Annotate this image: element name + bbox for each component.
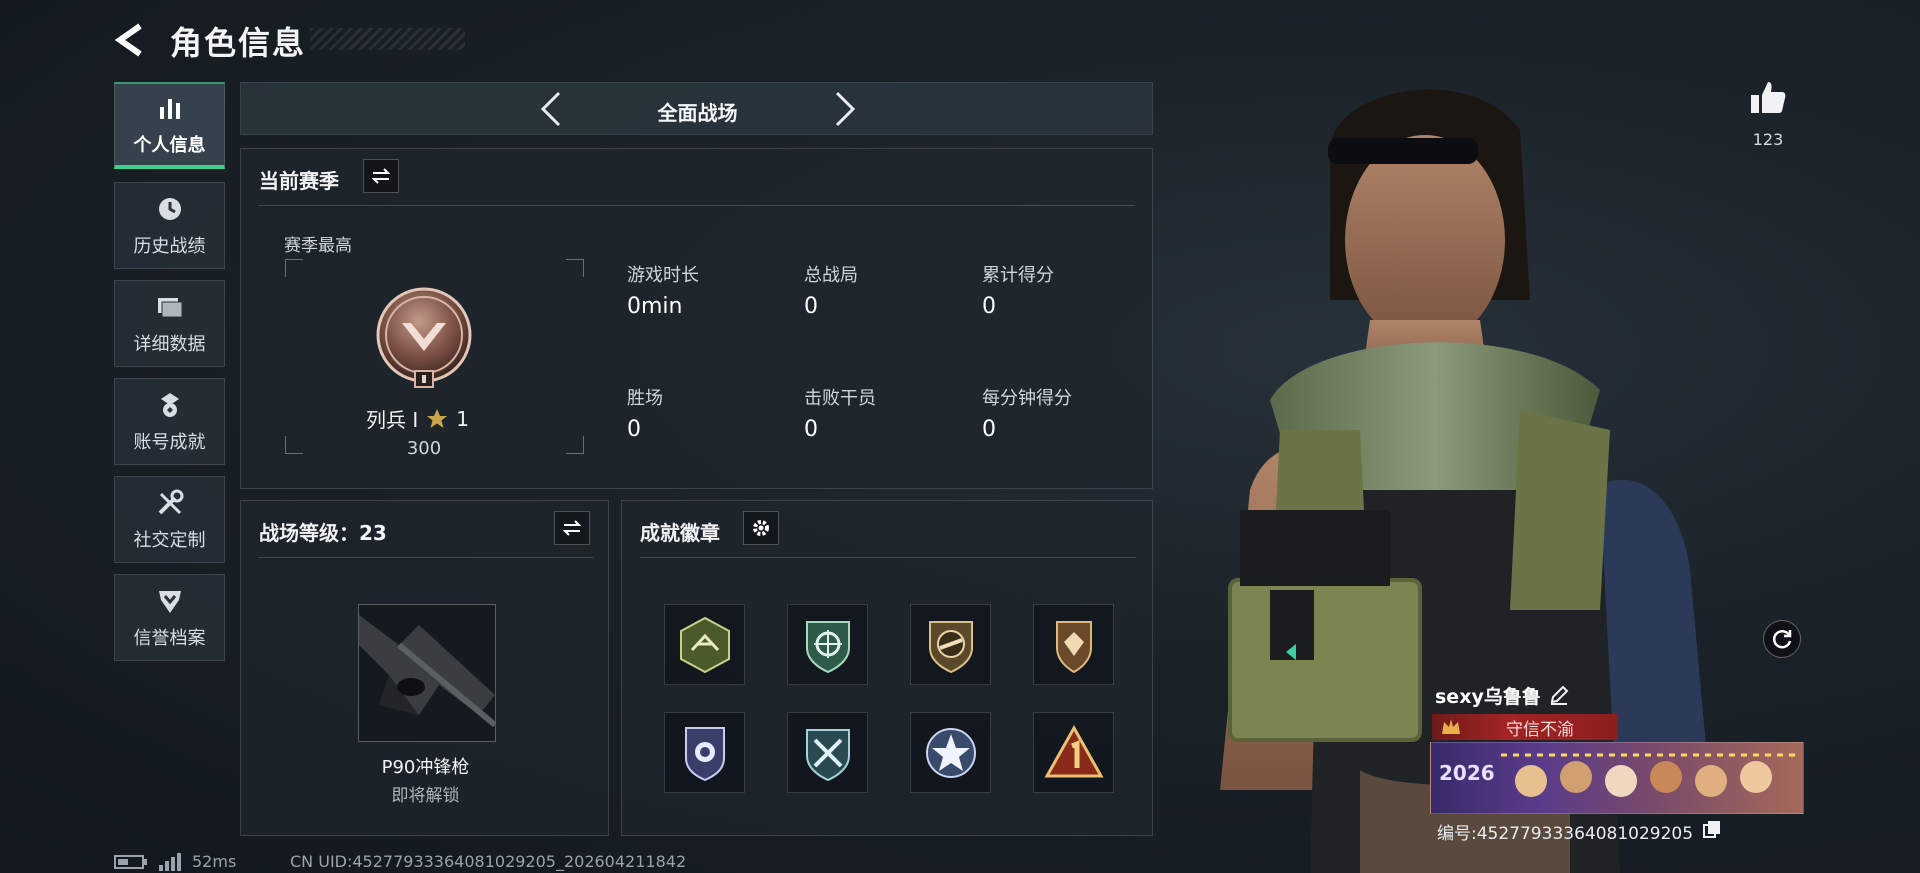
party-characters-artwork [1501,753,1796,797]
bar-chart-icon [159,98,180,119]
player-name: sexy乌鲁鲁 [1435,686,1541,708]
rank-line: 列兵 I 1 [366,404,469,433]
achievement-badge[interactable] [910,712,991,793]
sidebar-item-social[interactable]: 社交定制 [114,476,225,563]
achievements-settings-button[interactable] [743,511,779,545]
honor-title-banner: 守信不渝 [1432,714,1618,740]
like-count: 123 [1752,130,1784,149]
chevron-right-icon[interactable] [823,89,863,129]
title-decoration [310,28,465,50]
achievement-badge[interactable] [787,604,868,685]
achievement-badge[interactable] [664,604,745,685]
rank-name: 列兵 I [366,408,419,432]
stat-label: 累计得分 [982,265,1054,286]
shield-crosshair-badge-icon [805,620,850,673]
achievements-panel: 成就徽章 [621,500,1153,836]
sidebar-item-label: 社交定制 [133,529,206,551]
sidebar-item-detailed-data[interactable]: 详细数据 [114,280,225,367]
copy-icon[interactable] [1702,819,1722,839]
stat-label: 总战局 [804,265,858,286]
stat-label: 击败干员 [804,388,876,409]
sidebar-item-label: 历史战绩 [133,235,206,257]
sidebar-item-achievements[interactable]: 账号成就 [114,378,225,465]
stat-value: 0 [627,417,641,442]
season-panel: 当前赛季 赛季最高 列兵 I 1 300 游戏时长 0min 总战局 0 累计得… [240,148,1153,489]
thumbs-up-icon[interactable] [1748,78,1788,118]
triangle-number-one-badge-icon [1043,724,1104,777]
mode-selector: 全面战场 [240,82,1153,135]
shield-chevron-icon [158,590,181,613]
rank-emblem-icon [376,287,472,388]
stat-label: 游戏时长 [627,265,699,286]
achievement-badge[interactable] [910,604,991,685]
swap-icon [371,168,391,184]
sidebar-item-personal-info[interactable]: 个人信息 [114,82,225,169]
stat-value: 0min [627,294,683,319]
rotate-character-button[interactable] [1763,620,1801,658]
sidebar-item-history[interactable]: 历史战绩 [114,182,225,269]
folder-icon [157,297,182,317]
achievement-badge[interactable] [664,712,745,793]
star-icon [427,408,448,428]
level-switch-button[interactable] [554,511,590,545]
rank-points: 300 [406,438,442,459]
player-namecard[interactable]: 2026 [1430,742,1804,814]
weapon-status: 即将解锁 [391,786,460,806]
achievements-title: 成就徽章 [640,521,720,545]
star-emblem-badge-icon [925,727,976,778]
rank-stars: 1 [456,406,469,431]
stat-value: 0 [804,417,818,442]
mode-label: 全面战场 [657,101,738,125]
medal-icon [160,392,179,417]
namecard-year: 2026 [1439,761,1495,785]
tools-icon [158,489,183,514]
uid-text: CN UID:4527793336408102​9205_20260421184… [290,852,687,871]
clock-icon [158,197,181,220]
stat-label: 每分钟得分 [982,388,1072,409]
sidebar-item-label: 账号成就 [133,431,206,453]
status-bar: 52ms [114,852,236,871]
achievement-badge[interactable] [787,712,868,793]
swap-icon [562,520,582,536]
season-switch-button[interactable] [363,159,399,193]
stat-value: 0 [982,417,996,442]
signal-icon [159,852,181,871]
weapon-thumbnail[interactable] [358,604,497,742]
page-title: 角色信息 [170,24,307,62]
achievement-badge[interactable] [1033,604,1114,685]
honor-title: 守信不渝 [1506,719,1574,740]
gear-icon [753,520,769,536]
ping-value: 52ms [192,852,237,871]
hexagon-wasp-badge-icon [679,616,730,673]
stat-label: 胜场 [627,388,663,409]
circle-rifle-badge-icon [928,620,973,673]
refresh-icon [1772,630,1792,649]
sidebar-item-label: 详细数据 [133,333,206,355]
police-badge-icon [684,726,725,781]
shield-gem-badge-icon [1055,620,1092,673]
sidebar-item-label: 信誉档案 [133,627,206,649]
weapon-name: P90冲锋枪 [381,757,470,778]
achievement-badge[interactable] [1033,712,1114,793]
stat-value: 0 [982,294,996,319]
crown-icon [1442,719,1460,734]
pencil-edit-icon[interactable] [1548,684,1570,706]
battlefield-level-title: 战场等级：23 [259,521,387,545]
sidebar-item-credit[interactable]: 信誉档案 [114,574,225,661]
shield-swords-badge-icon [805,728,850,781]
player-id: 编号:4527793336408102​9205 [1437,824,1694,844]
season-best-label: 赛季最高 [284,236,352,256]
smg-weapon-icon [359,615,497,728]
battlefield-level-panel: 战场等级：23 P90冲锋枪 即将解锁 [240,500,609,836]
stat-value: 0 [804,294,818,319]
sidebar-item-label: 个人信息 [133,134,206,156]
season-title: 当前赛季 [259,169,339,193]
back-arrow-icon[interactable] [112,20,152,60]
battery-icon [114,854,147,869]
